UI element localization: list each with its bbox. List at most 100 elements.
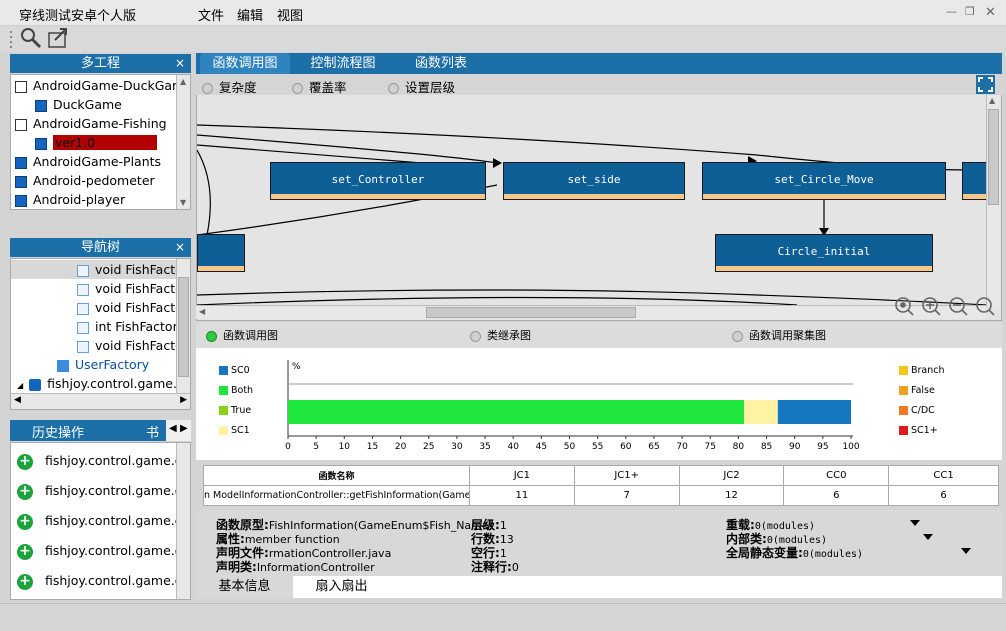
zoom-out-icon[interactable] xyxy=(949,297,968,316)
tree-item-label: AndroidGame-Fishing xyxy=(33,116,167,131)
menu-file[interactable]: 文件 xyxy=(198,5,224,24)
radio-icon xyxy=(206,330,217,342)
menu-view[interactable]: 视图 xyxy=(277,5,303,24)
tree-item-label: Android-player xyxy=(33,192,126,207)
add-icon[interactable]: + xyxy=(17,513,33,530)
add-icon[interactable]: + xyxy=(17,573,33,590)
x-tick-label: 30 xyxy=(451,442,463,452)
radio-cluster[interactable]: 函数调用聚集图 xyxy=(732,327,826,343)
history-item[interactable]: + fishjoy.control.game.o xyxy=(17,479,177,503)
table-row[interactable]: n ModelInformationController::getFishInf… xyxy=(203,485,999,506)
history-scrollbar[interactable] xyxy=(176,443,190,599)
close-icon[interactable]: × xyxy=(175,238,185,257)
projects-tree: AndroidGame-DuckGame DuckGame AndroidGame-… xyxy=(10,74,191,210)
menu-edit[interactable]: 编辑 xyxy=(237,5,263,24)
legend-label: Branch xyxy=(911,365,945,376)
tree-item[interactable]: AndroidGame-Fishing xyxy=(11,114,176,133)
dropdown-arrow-icon[interactable] xyxy=(961,548,971,554)
graph-node[interactable]: set_side xyxy=(503,162,685,200)
tab-bookmarks[interactable]: 书 xyxy=(146,422,159,441)
tree-item[interactable]: int FishFactory xyxy=(11,317,176,336)
graph-node[interactable]: set_Circle_Move xyxy=(702,162,946,200)
tab-fan-in-out[interactable]: 扇入扇出 xyxy=(293,576,390,598)
radio-call-graph[interactable]: 函数调用图 xyxy=(206,327,278,343)
col-header-jc1plus: JC1+ xyxy=(573,465,680,486)
add-icon[interactable]: + xyxy=(17,483,33,500)
history-item[interactable]: + fishjoy.control.game.o xyxy=(17,449,177,473)
radio-icon xyxy=(292,83,303,94)
option-complexity[interactable]: 复杂度 xyxy=(202,77,257,96)
tree-item[interactable]: AndroidGame-Plants xyxy=(11,152,176,171)
class-icon xyxy=(57,359,69,372)
zoom-fit-icon[interactable] xyxy=(976,297,995,316)
history-item[interactable]: + fishjoy.control.game.o xyxy=(17,569,177,593)
history-item[interactable]: + fishjoy.control.game.o xyxy=(17,539,177,563)
file-icon xyxy=(77,264,89,277)
graph-vscrollbar[interactable]: ▲ xyxy=(986,95,1000,307)
graph-node-partial[interactable] xyxy=(962,162,988,200)
tree-item[interactable]: Android-pedometer xyxy=(11,171,176,190)
radio-icon xyxy=(388,83,399,94)
radio-inheritance[interactable]: 类继承图 xyxy=(470,327,531,343)
expand-arrow-icon[interactable]: ◢ xyxy=(17,381,23,390)
tab-scroll-buttons[interactable]: ◀ ▶ xyxy=(166,420,191,441)
tree-item[interactable]: Android-player xyxy=(11,190,176,209)
history-item[interactable]: + fishjoy.control.game.o xyxy=(17,509,177,533)
zoom-in-icon[interactable] xyxy=(922,297,941,316)
graph-node-partial[interactable] xyxy=(197,234,245,272)
option-set-level[interactable]: 设置层级 xyxy=(388,77,455,96)
tree-item-label: fishjoy.control.game. xyxy=(47,376,176,391)
history-item-label: fishjoy.control.game.o xyxy=(45,513,177,528)
tree-item[interactable]: ver1.0 xyxy=(11,133,176,152)
tab-basic-info[interactable]: 基本信息 xyxy=(196,576,293,598)
nav-scrollbar[interactable] xyxy=(176,259,190,393)
graph-node[interactable]: set_Controller xyxy=(270,162,486,200)
y-axis-label: % xyxy=(292,362,301,372)
dropdown-arrow-icon[interactable] xyxy=(910,520,920,526)
graph-node-label: set_Controller xyxy=(331,173,425,186)
search-icon[interactable] xyxy=(20,27,42,49)
zoom-reset-icon[interactable] xyxy=(895,297,914,316)
add-icon[interactable]: + xyxy=(17,453,33,470)
tree-item[interactable]: AndroidGame-DuckGame xyxy=(11,76,176,95)
tree-item[interactable]: ◢ fishjoy.control.game. xyxy=(11,374,176,393)
dropdown-arrow-icon[interactable] xyxy=(923,534,933,540)
projects-scrollbar[interactable]: ▲ ▼ xyxy=(176,75,190,209)
history-item-label: fishjoy.control.game.o xyxy=(45,573,177,588)
tree-item[interactable]: DuckGame xyxy=(11,95,176,114)
fullscreen-icon[interactable] xyxy=(976,75,995,94)
x-tick-label: 10 xyxy=(339,442,351,452)
tree-item-label: DuckGame xyxy=(53,97,122,112)
tab-control-flow[interactable]: 控制流程图 xyxy=(298,53,388,74)
export-icon[interactable] xyxy=(46,27,70,49)
title-bar: 穿线测试安卓个人版 文件 编辑 视图 — ❐ ✕ xyxy=(0,0,1006,26)
graph-hscrollbar[interactable]: ◀ xyxy=(196,305,986,319)
tree-item[interactable]: void FishFacto xyxy=(11,279,176,298)
x-tick-label: 15 xyxy=(367,442,378,452)
app-title: 穿线测试安卓个人版 xyxy=(19,9,137,24)
tree-item[interactable]: UserFactory xyxy=(11,355,176,374)
call-graph-canvas[interactable] xyxy=(197,95,987,305)
tree-item-label: ver1.0 xyxy=(53,135,158,150)
radio-inheritance-label: 类继承图 xyxy=(487,329,531,342)
tab-function-list[interactable]: 函数列表 xyxy=(396,53,486,74)
tree-item[interactable]: void FishFacto xyxy=(11,336,176,355)
close-icon[interactable]: ✕ xyxy=(985,5,996,20)
graph-node[interactable]: Circle_initial xyxy=(715,234,933,272)
restore-icon[interactable]: ❐ xyxy=(965,5,975,18)
tab-call-graph[interactable]: 函数调用图 xyxy=(200,53,290,74)
x-tick-label: 35 xyxy=(479,442,490,452)
legend-item: True xyxy=(219,405,251,416)
tab-history[interactable]: 历史操作 xyxy=(32,422,84,441)
nav-panel: 导航树 × void FishFacto void FishFacto void F… xyxy=(10,238,191,410)
cell-jc1: 11 xyxy=(469,485,575,506)
minimize-icon[interactable]: — xyxy=(946,5,957,18)
close-icon[interactable]: × xyxy=(175,54,185,73)
option-coverage[interactable]: 覆盖率 xyxy=(292,77,347,96)
x-tick-label: 90 xyxy=(789,442,801,452)
legend-label: False xyxy=(911,385,935,396)
tree-item[interactable]: void FishFacto xyxy=(11,298,176,317)
nav-hscrollbar[interactable]: ◀ ▶ xyxy=(11,393,190,409)
add-icon[interactable]: + xyxy=(17,543,33,560)
tree-item[interactable]: void FishFacto xyxy=(11,260,176,279)
